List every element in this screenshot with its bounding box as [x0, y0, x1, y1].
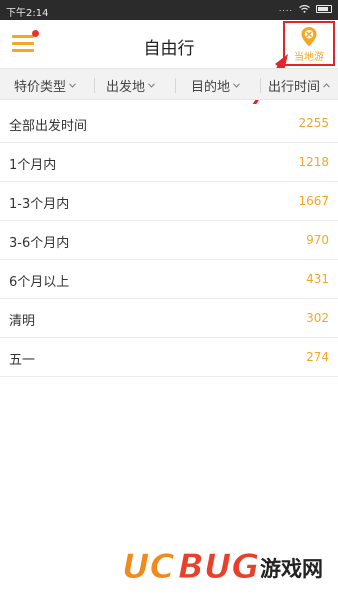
list-item-name: 清明: [9, 314, 36, 329]
filter-divider: [94, 78, 95, 93]
filter-special-type[interactable]: 特价类型: [14, 76, 76, 95]
local-tour-button[interactable]: 当地游: [283, 21, 335, 66]
list-item-count: 1667: [298, 194, 329, 208]
chevron-down-icon: [233, 83, 240, 88]
list-item[interactable]: 清明 302: [0, 299, 338, 338]
local-tour-label: 当地游: [294, 52, 324, 63]
list-item-name: 6个月以上: [9, 275, 70, 290]
list-item-count: 274: [306, 350, 329, 364]
list-item-name: 五一: [9, 353, 36, 368]
svg-text:UC: UC: [122, 547, 175, 587]
list-item[interactable]: 五一 274: [0, 338, 338, 377]
list-item-count: 302: [306, 311, 329, 325]
filter-label: 目的地: [191, 80, 231, 95]
status-bar: 下午2:14 ....: [0, 0, 338, 20]
filter-label: 出行时间: [268, 80, 321, 95]
filter-destination[interactable]: 目的地: [191, 76, 240, 95]
wifi-icon: [299, 4, 310, 13]
watermark-logo: UC BUG 游戏网: [122, 547, 324, 588]
chevron-down-icon: [148, 83, 155, 88]
filter-label: 特价类型: [14, 80, 67, 95]
svg-text:BUG: BUG: [178, 547, 259, 587]
filter-label: 出发地: [106, 80, 146, 95]
status-time: 下午2:14: [6, 8, 49, 19]
location-pin-icon: [301, 27, 317, 47]
list-item-count: 2255: [298, 116, 329, 130]
list-item[interactable]: 1-3个月内 1667: [0, 182, 338, 221]
list-item[interactable]: 6个月以上 431: [0, 260, 338, 299]
list-item-name: 3-6个月内: [9, 236, 70, 251]
list-item-count: 970: [306, 233, 329, 247]
list-item-count: 431: [306, 272, 329, 286]
filter-divider: [260, 78, 261, 93]
list-item-name: 1-3个月内: [9, 197, 70, 212]
filter-divider: [175, 78, 176, 93]
filter-departure[interactable]: 出发地: [106, 76, 155, 95]
list-item-name: 1个月内: [9, 158, 57, 173]
filter-bar: 特价类型 出发地 目的地 出行时间: [0, 68, 338, 100]
svg-text:游戏网: 游戏网: [260, 556, 323, 581]
list-item-name: 全部出发时间: [9, 119, 88, 134]
header: 自由行 当地游: [0, 20, 338, 68]
chevron-down-icon: [69, 83, 76, 88]
list-item[interactable]: 全部出发时间 2255: [0, 104, 338, 143]
list-item-count: 1218: [298, 155, 329, 169]
filter-travel-time[interactable]: 出行时间: [268, 76, 330, 95]
chevron-up-icon: [323, 83, 330, 88]
signal-icon: ....: [278, 4, 293, 13]
battery-icon: [316, 4, 332, 13]
list-item[interactable]: 3-6个月内 970: [0, 221, 338, 260]
status-icons: ....: [279, 4, 332, 13]
list-item[interactable]: 1个月内 1218: [0, 143, 338, 182]
